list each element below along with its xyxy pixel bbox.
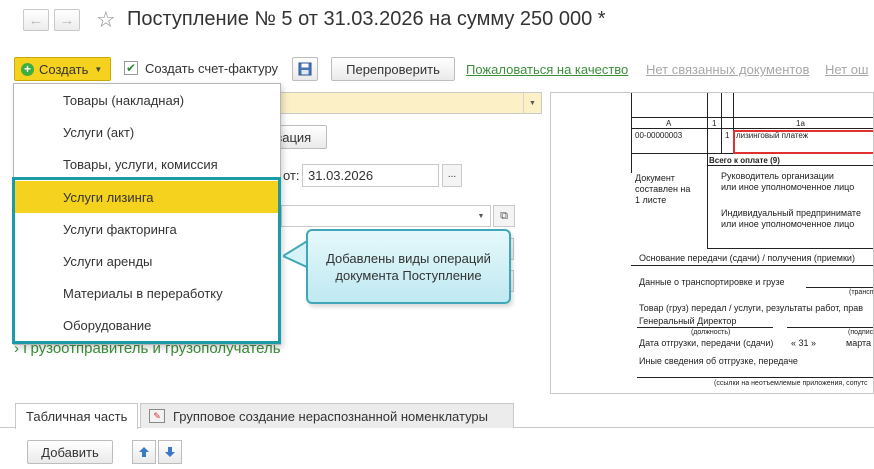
col-1-header: 1 [712, 119, 717, 128]
annotation-callout: Добавлены виды операций документа Поступ… [306, 229, 511, 304]
add-row-button[interactable]: Добавить [27, 440, 113, 464]
ship-month: марта [846, 338, 872, 348]
create-menu: Товары (накладная) Услуги (акт) Товары, … [13, 83, 281, 345]
menu-item-services-act[interactable]: Услуги (акт) [14, 116, 280, 148]
related-documents-link[interactable]: Нет связанных документов [646, 62, 809, 77]
goods-line: Товар (груз) передал / услуги, результат… [639, 303, 864, 313]
create-invoice-checkbox[interactable]: ✔ [124, 61, 138, 75]
forward-arrow-icon: → [59, 11, 75, 29]
tab-table-part[interactable]: Табличная часть [15, 403, 138, 429]
menu-item-goods-invoice[interactable]: Товары (накладная) [14, 84, 280, 116]
head-org-line: или иное уполномоченное лицо [721, 182, 855, 192]
back-button[interactable]: ← [23, 9, 49, 31]
service-highlight-box [733, 130, 873, 154]
menu-item-goods-services-commission[interactable]: Товары, услуги, комиссия [14, 148, 280, 180]
sign-hint: (подпис [848, 329, 874, 336]
create-button[interactable]: + Создать ▼ [14, 57, 111, 81]
date-picker-button[interactable]: ... [442, 164, 462, 187]
counterparty-field[interactable]: ▼ [281, 205, 491, 227]
menu-item-equipment[interactable]: Оборудование [14, 309, 280, 341]
head-org-line: Руководитель организации [721, 171, 834, 181]
dropdown-arrow-icon[interactable]: ▼ [472, 206, 490, 226]
doc-composed-line: составлен на [635, 184, 691, 194]
tab-group-create[interactable]: ✎ Групповое создание нераспознанной номе… [140, 403, 514, 428]
date-from-label: от: [283, 168, 300, 183]
transport-line: Данные о транспортировке и грузе [639, 277, 785, 287]
ship-day: « 31 » [791, 338, 817, 348]
menu-item-leasing-services[interactable]: Услуги лизинга [14, 181, 280, 213]
move-up-button[interactable] [132, 440, 156, 464]
open-item-button[interactable]: ⧉ [493, 205, 515, 227]
row-code: 00-00000003 [635, 131, 683, 140]
document-preview: А 1 1а 00-00000003 1 лизинговый платеж В… [550, 92, 874, 394]
errors-link[interactable]: Нет ош [825, 62, 868, 77]
tab-group-create-label: Групповое создание нераспознанной номенк… [173, 408, 489, 424]
menu-item-factoring-services[interactable]: Услуги факторинга [14, 213, 280, 245]
favorite-star-icon[interactable]: ☆ [96, 9, 116, 31]
basis-line: Основание передачи (сдачи) / получения (… [639, 253, 855, 263]
recheck-button[interactable]: Перепроверить [331, 57, 455, 81]
other-info-label: Иные сведения об отгрузке, передаче [639, 356, 798, 366]
page-title: Поступление № 5 от 31.03.2026 на сумму 2… [127, 8, 606, 30]
other-info-hint: (ссылки на неотъемлемые приложения, сопу… [714, 380, 868, 387]
col-a-header: А [666, 119, 672, 128]
create-invoice-label[interactable]: Создать счет-фактуру [145, 61, 278, 76]
date-input[interactable]: 31.03.2026 [302, 164, 439, 187]
arrow-down-icon [165, 447, 175, 457]
menu-item-processing-materials[interactable]: Материалы в переработку [14, 277, 280, 309]
indiv-line: Индивидуальный предпринимате [721, 208, 861, 218]
move-down-button[interactable] [158, 440, 182, 464]
menu-item-rental-services[interactable]: Услуги аренды [14, 245, 280, 277]
transport-hint: (трансп [849, 289, 874, 296]
row-number: 1 [725, 131, 730, 140]
col-1a-header: 1а [796, 119, 805, 128]
indiv-line: или иное уполномоченное лицо [721, 219, 855, 229]
forward-button[interactable]: → [54, 9, 80, 31]
dropdown-arrow-icon[interactable]: ▼ [523, 93, 541, 113]
chevron-down-icon: ▼ [94, 64, 103, 74]
back-arrow-icon: ← [28, 11, 44, 29]
save-button[interactable] [292, 57, 318, 81]
operation-type-field[interactable]: ▼ [266, 92, 542, 114]
doc-composed-line: 1 листе [635, 195, 667, 205]
arrow-up-icon [139, 447, 149, 457]
position-hint: (должность) [691, 329, 731, 336]
doc-composed-line: Документ [635, 173, 675, 183]
director-position: Генеральный Директор [639, 316, 737, 326]
complain-quality-link[interactable]: Пожаловаться на качество [466, 62, 628, 77]
ship-date-label: Дата отгрузки, передачи (сдачи) [639, 338, 774, 348]
create-label: Создать [39, 61, 89, 77]
floppy-disk-icon [298, 62, 312, 76]
total-label: Всего к оплате (9) [709, 156, 780, 165]
plus-icon: + [21, 62, 34, 76]
table-edit-icon: ✎ [149, 409, 165, 423]
